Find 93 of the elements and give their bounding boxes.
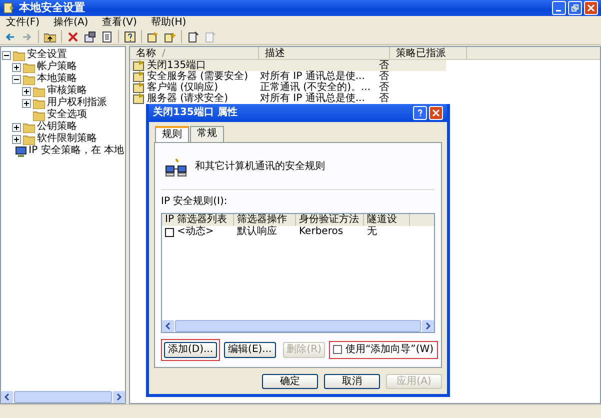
window-title: 本地安全设置 [19, 2, 85, 14]
table-cell: 安全服务器 (需要安全) [147, 71, 248, 82]
collapse-icon[interactable] [2, 50, 11, 60]
list-row[interactable]: 客户端 (仅响应) 正常通讯 (不安全的)。... 否 [130, 82, 446, 93]
expand-icon[interactable] [22, 98, 31, 108]
column-header[interactable]: 名称 / [130, 47, 259, 59]
description-text: 和其它计算机通讯的安全规则 [195, 160, 325, 172]
tree-item[interactable]: 本地策略 [37, 73, 77, 85]
table-cell: Kerberos [299, 226, 344, 238]
table-cell: 否 [379, 60, 389, 71]
dialog-title: 关闭135端口 属性 [153, 107, 238, 119]
restore-button[interactable] [568, 1, 582, 15]
folder-icon [33, 86, 45, 96]
policy-icon [133, 82, 145, 93]
folder-icon [23, 122, 35, 132]
field-label: IP 安全规则(I): [161, 196, 228, 207]
tree-item[interactable]: 安全设置 [27, 49, 67, 61]
close-icon [432, 109, 440, 117]
menu-item[interactable]: 文件(F) [6, 16, 40, 28]
help-icon [416, 109, 424, 117]
tree-item[interactable]: 帐户策略 [37, 61, 77, 73]
tree-item[interactable]: 软件限制策略 [37, 133, 97, 145]
folder-icon [33, 98, 45, 108]
column-header[interactable]: 身份验证方法 [296, 214, 364, 226]
push-button[interactable]: 取消 [324, 374, 380, 389]
document-icon[interactable] [101, 30, 113, 42]
table-cell: 否 [379, 82, 389, 93]
tree-item[interactable]: 用户权利指派 [47, 97, 107, 109]
scroll-thumb[interactable] [14, 391, 112, 403]
table-cell: <动态> [177, 226, 214, 238]
folder-icon [23, 74, 35, 84]
push-button[interactable]: 编辑(E)... [224, 342, 276, 358]
checkbox[interactable] [333, 345, 342, 354]
list-row[interactable]: 服务器 (请求安全) 对所有 IP 通讯总是使... 否 [130, 93, 446, 104]
collapse-icon[interactable] [12, 74, 21, 84]
menu-item[interactable]: 操作(A) [54, 16, 88, 28]
close-button[interactable] [429, 106, 443, 120]
table-cell: 默认响应 [237, 226, 277, 238]
tree-item[interactable]: 安全选项 [47, 109, 87, 121]
policy-icon [133, 93, 145, 104]
checkbox[interactable] [165, 228, 174, 236]
table-cell: 否 [379, 71, 389, 82]
column-header[interactable]: 隧道设 [364, 214, 410, 226]
expand-icon[interactable] [12, 122, 21, 132]
tree-item[interactable]: 审核策略 [47, 85, 87, 97]
computer-icon [14, 146, 27, 156]
folder-icon [23, 134, 35, 144]
column-header[interactable]: 描述 [259, 47, 390, 59]
policy-icon[interactable] [147, 30, 159, 42]
tree-item[interactable]: IP 安全策略，在 本地 [28, 145, 124, 157]
help-button[interactable] [413, 106, 427, 120]
table-cell: 服务器 (请求安全) [147, 93, 228, 104]
table-cell: 客户端 (仅响应) [147, 82, 218, 93]
folder-icon [33, 110, 45, 120]
table-cell: 否 [379, 93, 389, 104]
assign-icon[interactable] [187, 30, 199, 42]
app-icon [3, 2, 15, 14]
tree-item[interactable]: 公钥策略 [37, 121, 77, 133]
network-computers-icon [165, 156, 187, 176]
table-cell: 无 [367, 226, 377, 238]
restore-icon [571, 4, 579, 12]
list-row[interactable]: 安全服务器 (需要安全) 对所有 IP 通讯总是使... 否 [130, 71, 446, 82]
column-header[interactable]: IP 筛选器列表 [162, 214, 234, 226]
menu-item[interactable]: 帮助(H) [150, 16, 186, 28]
help-icon[interactable] [124, 30, 136, 42]
minimize-button[interactable] [552, 1, 566, 15]
table-cell: 关闭135端口 [147, 60, 206, 71]
tab[interactable]: 规则 [155, 126, 189, 142]
close-icon [587, 4, 595, 12]
expand-icon[interactable] [12, 62, 21, 72]
list-row[interactable]: 关闭135端口 否 [130, 60, 446, 71]
push-button[interactable]: 添加(D)... [164, 342, 218, 358]
close-button[interactable] [584, 1, 598, 15]
push-button[interactable]: 确定 [262, 374, 318, 389]
menu-item[interactable]: 查看(V) [102, 16, 137, 28]
scrollbar[interactable] [1, 391, 125, 403]
delete-icon[interactable] [67, 30, 79, 42]
up-folder-icon[interactable] [44, 30, 56, 42]
properties-icon[interactable] [84, 30, 96, 42]
table-cell: 正常通讯 (不安全的)。... [260, 82, 371, 93]
policy-icon [133, 71, 145, 82]
expand-icon[interactable] [22, 86, 31, 96]
folder-icon [23, 62, 35, 72]
back-arrow-icon[interactable] [4, 30, 16, 42]
tab[interactable]: 常规 [190, 126, 224, 142]
folder-icon [13, 50, 25, 60]
table-cell: 对所有 IP 通讯总是使... [260, 93, 365, 104]
column-header[interactable]: 策略已指派 [390, 47, 467, 59]
expand-icon[interactable] [12, 134, 21, 144]
column-header[interactable]: 筛选器操作 [234, 214, 296, 226]
table-cell: 对所有 IP 通讯总是使... [260, 71, 365, 82]
policy-icon [133, 60, 145, 71]
policy-add-icon[interactable] [164, 30, 176, 42]
